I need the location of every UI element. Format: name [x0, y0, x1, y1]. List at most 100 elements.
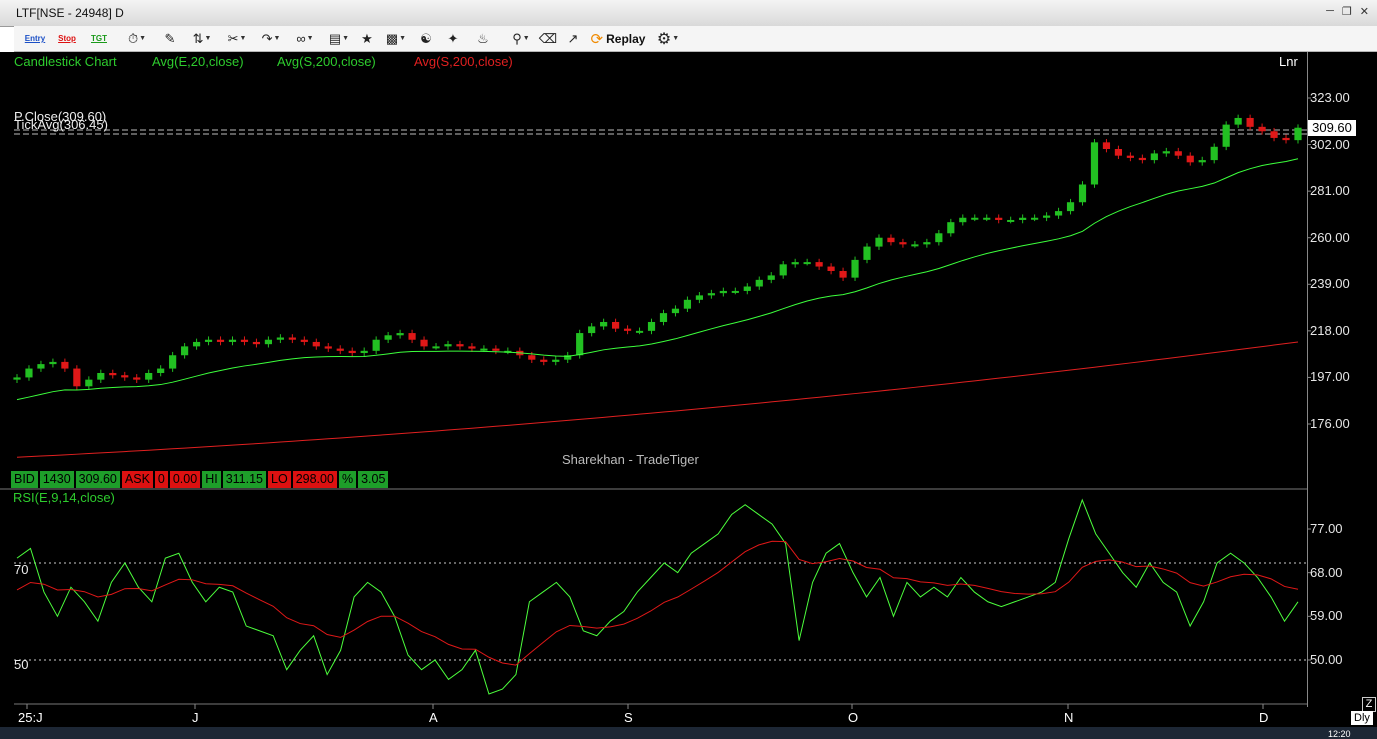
taskbar-clock: 12:20 [1328, 729, 1351, 739]
candle-body [635, 330, 644, 333]
candle-body [683, 299, 692, 309]
candle-body [1210, 146, 1218, 161]
pct-value: 3.05 [358, 471, 389, 488]
x-label-jul: J [192, 710, 199, 725]
x-label-oct: O [848, 710, 859, 725]
candle-body [659, 313, 668, 322]
candle-body [851, 259, 859, 278]
candle-body [671, 308, 680, 314]
rsi-legend: RSI(E,9,14,close) [13, 490, 115, 505]
candle-body [157, 368, 165, 373]
lo-value: 298.00 [292, 471, 337, 488]
candle-body [995, 217, 1003, 220]
candle-body [456, 344, 464, 347]
candle-body [803, 262, 811, 265]
candle-body [121, 375, 129, 378]
chart-canvas[interactable] [0, 0, 1377, 739]
candle-body [37, 364, 45, 369]
candle-body [312, 341, 320, 347]
candle-body [971, 217, 979, 220]
hi-value: 311.15 [222, 471, 267, 488]
candle-body [324, 346, 332, 349]
candle-body [600, 321, 608, 327]
legend-sma200-red: Avg(S,200,close) [414, 54, 513, 69]
candle-body [791, 262, 799, 265]
candle-body [1258, 126, 1266, 132]
price-tick-label: 176.00 [1310, 416, 1350, 431]
period-button[interactable]: Dly [1351, 711, 1373, 725]
candle-body [1174, 151, 1182, 156]
candle-body [97, 372, 105, 380]
price-axis-line [1307, 52, 1308, 707]
scale-label[interactable]: Lnr [1279, 54, 1298, 69]
bid-label: BID [11, 471, 38, 488]
watermark: Sharekhan - TradeTiger [562, 452, 699, 467]
legend-chart-type: Candlestick Chart [14, 54, 117, 69]
candle-body [169, 355, 177, 369]
candle-body [1222, 124, 1230, 147]
quote-bar: BID 1430 309.60 ASK 0 0.00 HI 311.15 LO … [11, 471, 390, 488]
price-tick-label: 197.00 [1310, 369, 1350, 385]
candle-body [420, 339, 428, 347]
candle-body [623, 328, 632, 331]
candle-body [133, 377, 141, 380]
candle-body [300, 339, 308, 342]
candle-body [588, 326, 596, 334]
candle-body [372, 339, 380, 351]
lo-label: LO [268, 471, 291, 488]
rsi-tick-label: 59.00 [1310, 608, 1343, 624]
taskbar [0, 727, 1377, 739]
ask-price: 0.00 [169, 471, 201, 488]
candle-body [240, 339, 249, 342]
candle-body [947, 222, 955, 234]
candle-body [1078, 184, 1087, 203]
candle-body [1246, 117, 1254, 127]
rsi-tick-label: 50.00 [1310, 652, 1343, 667]
price-tick-label: 302.00 [1310, 136, 1350, 152]
candle-body [480, 348, 488, 351]
candle-body [348, 350, 356, 354]
candle-body [1234, 117, 1242, 125]
candle-body [911, 244, 919, 247]
pct-label: % [338, 471, 357, 488]
candle-body [935, 233, 943, 243]
bid-qty: 1430 [39, 471, 74, 488]
candle-body [1186, 155, 1194, 163]
x-label-dec: D [1259, 710, 1269, 725]
candle-body [743, 286, 751, 291]
candle-body [1054, 211, 1063, 216]
candle-body [1114, 149, 1123, 156]
x-label-sep: S [624, 710, 633, 725]
candle-body [552, 359, 560, 362]
candle-body [384, 335, 392, 340]
candle-body [731, 290, 739, 293]
candle-body [528, 355, 536, 360]
candle-body [707, 293, 715, 296]
candle-body [827, 266, 835, 271]
candle-body [959, 217, 967, 223]
candle-body [468, 346, 476, 349]
candle-body [1162, 151, 1170, 154]
candle-body [1102, 142, 1111, 150]
candle-body [1126, 155, 1134, 158]
legend-sma200-green: Avg(S,200,close) [277, 54, 376, 69]
candle-body [432, 346, 440, 349]
candle-body [1150, 153, 1158, 161]
candle-body [540, 359, 548, 362]
price-tick-label: 218.00 [1310, 322, 1350, 338]
candle-body [1282, 137, 1290, 141]
candle-body [612, 321, 620, 329]
candle-body [1198, 160, 1206, 163]
candle-body [1270, 131, 1278, 138]
candle-body [1066, 202, 1075, 212]
candle-body [204, 339, 213, 342]
zoom-reset-button[interactable]: Z [1362, 697, 1376, 712]
candle-body [815, 262, 823, 267]
rsi-tick-label: 68.00 [1310, 564, 1343, 580]
candle-body [216, 339, 225, 342]
candle-body [576, 333, 584, 356]
candle-body [408, 333, 416, 340]
candle-body [444, 344, 452, 347]
candle-body [899, 242, 907, 245]
rsi-level-50: 50 [14, 657, 29, 672]
